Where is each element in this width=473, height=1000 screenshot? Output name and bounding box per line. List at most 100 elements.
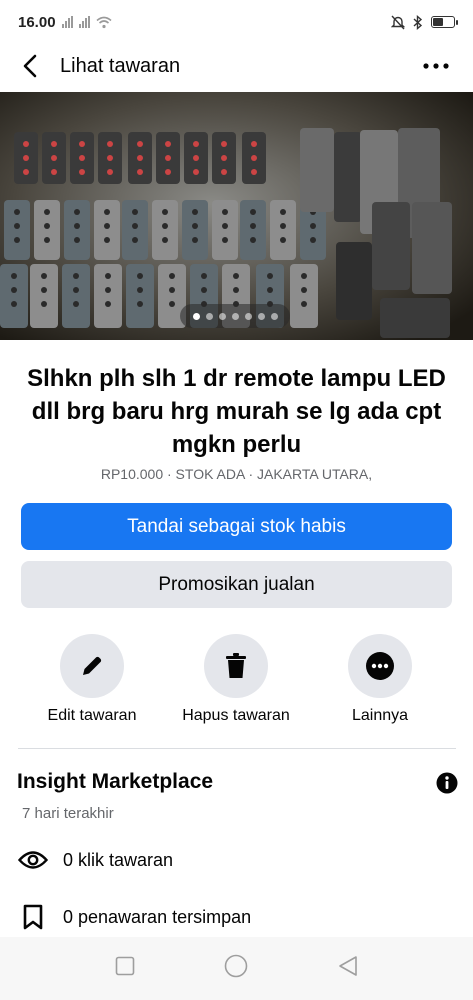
- remote-shape: [372, 202, 410, 290]
- system-nav-bar: [0, 937, 473, 1000]
- remote-button-shape: [107, 155, 113, 161]
- remote-button-shape: [267, 273, 273, 279]
- signal-icon-2: [78, 16, 90, 28]
- remote-button-shape: [11, 273, 17, 279]
- mute-bell-icon: [391, 15, 405, 29]
- remote-button-shape: [51, 155, 57, 161]
- remote-button-shape: [11, 287, 17, 293]
- remote-button-shape: [250, 223, 256, 229]
- wifi-icon: [96, 16, 112, 28]
- page-title: Lihat tawaran: [60, 54, 181, 77]
- more-icon: [366, 652, 394, 680]
- remote-button-shape: [41, 301, 47, 307]
- delete-listing-action[interactable]: Hapus tawaran: [161, 634, 311, 725]
- system-back-button[interactable]: [337, 955, 359, 982]
- edit-listing-action[interactable]: Edit tawaran: [17, 634, 167, 725]
- remote-button-shape: [221, 169, 227, 175]
- remote-button-shape: [107, 169, 113, 175]
- remote-button-shape: [44, 209, 50, 215]
- edit-button[interactable]: [60, 634, 124, 698]
- remote-button-shape: [169, 301, 175, 307]
- remote-shape: [300, 128, 334, 212]
- remote-button-shape: [23, 169, 29, 175]
- more-horizontal-icon: [423, 63, 449, 69]
- remote-button-shape: [162, 237, 168, 243]
- remote-button-shape: [201, 273, 207, 279]
- header: Lihat tawaran: [0, 44, 473, 88]
- remote-button-shape: [193, 155, 199, 161]
- remote-button-shape: [79, 169, 85, 175]
- remote-button-shape: [14, 223, 20, 229]
- remote-button-shape: [301, 273, 307, 279]
- remote-button-shape: [250, 237, 256, 243]
- photo-dot: [244, 312, 252, 320]
- remote-button-shape: [250, 209, 256, 215]
- remote-button-shape: [41, 287, 47, 293]
- remote-button-shape: [267, 287, 273, 293]
- stat-clicks: 0 klik tawaran: [18, 845, 173, 875]
- remote-button-shape: [11, 301, 17, 307]
- more-button[interactable]: [348, 634, 412, 698]
- remote-button-shape: [104, 209, 110, 215]
- remote-button-shape: [165, 141, 171, 147]
- remote-shape: [380, 298, 450, 338]
- remote-button-shape: [41, 273, 47, 279]
- remote-button-shape: [137, 155, 143, 161]
- remote-button-shape: [233, 287, 239, 293]
- stat-saves: 0 penawaran tersimpan: [18, 902, 251, 932]
- info-icon[interactable]: [436, 772, 458, 794]
- remote-button-shape: [14, 209, 20, 215]
- remote-button-shape: [169, 287, 175, 293]
- pencil-icon: [83, 656, 102, 675]
- more-actions[interactable]: Lainnya: [305, 634, 455, 725]
- photo-dot: [205, 312, 213, 320]
- remote-button-shape: [23, 155, 29, 161]
- remote-button-shape: [132, 223, 138, 229]
- photo-dot: [257, 312, 265, 320]
- remote-button-shape: [104, 237, 110, 243]
- remote-button-shape: [222, 209, 228, 215]
- remote-button-shape: [74, 209, 80, 215]
- remote-button-shape: [79, 141, 85, 147]
- home-button[interactable]: [224, 954, 248, 983]
- circle-icon: [224, 954, 247, 978]
- remote-shape: [334, 132, 362, 222]
- listing-meta: RP10.000 · STOK ADA · JAKARTA UTARA,: [100, 466, 373, 482]
- remote-button-shape: [14, 237, 20, 243]
- edit-listing-label: Edit tawaran: [47, 707, 137, 724]
- remote-button-shape: [105, 273, 111, 279]
- remote-button-shape: [222, 237, 228, 243]
- remote-button-shape: [280, 223, 286, 229]
- remote-button-shape: [193, 141, 199, 147]
- delete-button[interactable]: [204, 634, 268, 698]
- mark-sold-button[interactable]: Tandai sebagai stok habis: [21, 503, 452, 550]
- photo-dot: [192, 312, 200, 320]
- remote-button-shape: [310, 237, 316, 243]
- remote-button-shape: [310, 223, 316, 229]
- photo-dot: [270, 312, 278, 320]
- remote-button-shape: [105, 301, 111, 307]
- remote-shape: [336, 242, 372, 320]
- remote-button-shape: [104, 223, 110, 229]
- remote-button-shape: [301, 301, 307, 307]
- remote-shape: [412, 202, 452, 294]
- remote-button-shape: [162, 223, 168, 229]
- insight-period: 7 hari terakhir: [22, 805, 114, 822]
- status-bar: 16.00: [0, 0, 473, 44]
- insight-title: Insight Marketplace: [17, 770, 214, 793]
- remote-button-shape: [132, 237, 138, 243]
- listing-photo[interactable]: [0, 92, 473, 340]
- back-button[interactable]: [0, 44, 60, 88]
- chevron-left-icon: [23, 54, 37, 78]
- promote-listing-button[interactable]: Promosikan jualan: [21, 561, 452, 608]
- triangle-back-icon: [338, 956, 357, 976]
- remote-button-shape: [137, 301, 143, 307]
- recent-apps-button[interactable]: [115, 956, 135, 981]
- divider: [18, 748, 456, 749]
- remote-button-shape: [251, 155, 257, 161]
- remote-button-shape: [74, 237, 80, 243]
- listing-photo-image: [0, 92, 473, 340]
- remote-button-shape: [73, 287, 79, 293]
- remote-button-shape: [165, 169, 171, 175]
- more-options-button[interactable]: [419, 52, 453, 80]
